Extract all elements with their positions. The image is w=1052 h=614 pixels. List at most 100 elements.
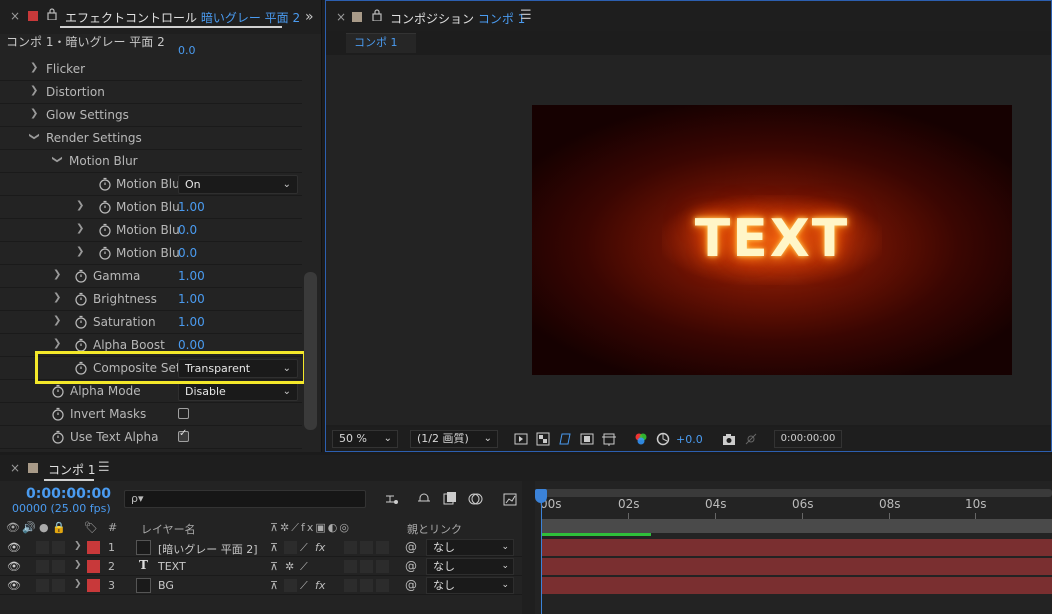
continuous-raster-icon[interactable]: ✲ (285, 560, 294, 573)
layer-search-input[interactable]: ρ▾ (124, 490, 366, 508)
time-navigator-bar[interactable] (535, 489, 1052, 497)
alpha-boost-value[interactable]: 0.00 (178, 338, 205, 352)
adjustment-switch[interactable] (376, 560, 389, 573)
shy-switch-icon[interactable]: ⊼ (270, 560, 278, 573)
chevron-right-icon[interactable]: ❯ (74, 579, 82, 589)
brightness-value[interactable]: 1.00 (178, 292, 205, 306)
frame-blending-icon[interactable] (442, 491, 458, 507)
pick-whip-icon[interactable]: @ (405, 578, 417, 592)
shy-switch-icon[interactable]: ⊼ (270, 541, 278, 554)
label-tag-icon[interactable]: 🏷 (84, 521, 98, 534)
guides-grid-icon[interactable] (602, 432, 616, 446)
color-channels-icon[interactable] (634, 432, 648, 446)
timeline-tab-title[interactable]: コンポ 1 (48, 461, 95, 478)
audio-toggle[interactable] (36, 541, 49, 554)
video-eye-icon[interactable]: 👁 (6, 521, 20, 534)
composition-tab-title[interactable]: コンポジション コンポ 1 (390, 10, 525, 27)
audio-toggle[interactable] (36, 579, 49, 592)
stopwatch-icon[interactable] (74, 292, 88, 306)
effect-group-motion-blur[interactable]: ❯ Motion Blur (0, 150, 302, 173)
eye-icon[interactable]: 👁 (7, 579, 21, 592)
saturation-value[interactable]: 1.00 (178, 315, 205, 329)
show-snapshot-icon[interactable] (744, 432, 758, 446)
lock-icon[interactable] (372, 9, 382, 21)
adjustment-switch[interactable] (376, 541, 389, 554)
chevron-right-icon[interactable]: ❯ (76, 200, 84, 211)
color-management-icon[interactable] (656, 432, 670, 446)
comp-timecode[interactable]: 0:00:00:00 (774, 430, 842, 448)
motion-blur-switch[interactable] (360, 579, 373, 592)
chevron-right-icon[interactable]: ❯ (53, 269, 61, 280)
chevron-right-icon[interactable]: ❯ (76, 223, 84, 234)
stopwatch-icon[interactable] (51, 384, 65, 398)
graph-editor-icon[interactable] (502, 491, 518, 507)
pick-whip-icon[interactable]: @ (405, 559, 417, 573)
close-tab-icon[interactable]: × (336, 10, 346, 24)
eye-icon[interactable]: 👁 (7, 560, 21, 573)
layer-duration-bar[interactable] (541, 539, 1052, 556)
panel-menu-icon[interactable]: ☰ (520, 8, 532, 23)
label-color-swatch[interactable] (87, 579, 100, 592)
exposure-value[interactable]: +0.0 (676, 433, 703, 446)
frame-blend-switch[interactable] (344, 579, 357, 592)
layer-duration-bar[interactable] (541, 558, 1052, 575)
close-tab-icon[interactable]: × (10, 461, 20, 475)
stopwatch-icon[interactable] (98, 200, 112, 214)
close-tab-icon[interactable]: × (10, 9, 20, 23)
stopwatch-icon[interactable] (51, 407, 65, 421)
layer-row[interactable]: 👁 ❯ 1 [暗いグレー 平面 2] ⊼ ⟋ fx @ なし ⌄ (0, 538, 522, 557)
motion-blur-4-value[interactable]: 0.0 (178, 246, 197, 260)
collapse-switch[interactable] (284, 579, 297, 592)
quality-switch-icon[interactable]: ⟋ (300, 541, 308, 555)
chevron-right-icon[interactable]: ❯ (30, 108, 38, 119)
pick-whip-icon[interactable]: @ (405, 540, 417, 554)
invert-masks-checkbox[interactable] (178, 408, 189, 419)
chevron-right-icon[interactable]: ❯ (76, 246, 84, 257)
stopwatch-icon[interactable] (98, 246, 112, 260)
stopwatch-icon[interactable] (74, 315, 88, 329)
fast-preview-icon[interactable] (514, 432, 528, 446)
shy-switch-icon[interactable]: ⊼ (270, 579, 278, 592)
layer-row[interactable]: 👁 ❯ 3 BG ⊼ ⟋ fx @ なし ⌄ (0, 576, 522, 595)
composition-flowchart-icon[interactable] (384, 491, 400, 507)
label-color-swatch[interactable] (87, 541, 100, 554)
effect-controls-tab-title[interactable]: エフェクトコントロール 暗いグレー 平面 2 (65, 9, 300, 26)
chevron-down-icon[interactable]: ❯ (52, 155, 63, 163)
motion-blur-switch-icon[interactable] (468, 491, 484, 507)
lock-icon[interactable] (47, 8, 57, 20)
motion-blur-2-value[interactable]: 1.00 (178, 200, 205, 214)
timeline-divider[interactable] (522, 481, 535, 614)
solo-dot-icon[interactable]: ● (39, 521, 49, 534)
effects-switch-icon[interactable]: fx (315, 541, 325, 554)
chevron-right-icon[interactable]: ❯ (74, 560, 82, 570)
effect-group-distortion[interactable]: ❯ Distortion (0, 81, 302, 104)
effect-group-flicker[interactable]: ❯ Flicker (0, 58, 302, 81)
frame-blend-switch[interactable] (344, 560, 357, 573)
resolution-dropdown[interactable]: (1/2 画質) ⌄ (410, 430, 498, 448)
stopwatch-icon[interactable] (74, 269, 88, 283)
collapse-switch[interactable] (284, 541, 297, 554)
chevron-right-icon[interactable]: ❯ (74, 541, 82, 551)
frame-blend-switch[interactable] (344, 541, 357, 554)
audio-toggle[interactable] (36, 560, 49, 573)
effect-group-glow-settings[interactable]: ❯ Glow Settings (0, 104, 302, 127)
motion-blur-switch[interactable] (360, 560, 373, 573)
stopwatch-icon[interactable] (74, 338, 88, 352)
current-time-display[interactable]: 0:00:00:00 (26, 486, 111, 502)
use-text-alpha-checkbox[interactable] (178, 428, 189, 442)
solo-toggle[interactable] (52, 579, 65, 592)
effects-switch-icon[interactable]: fx (315, 579, 325, 592)
layer-row[interactable]: 👁 ❯ 2 T TEXT ⊼ ✲ ⟋ @ なし ⌄ (0, 557, 522, 576)
shy-layers-icon[interactable] (416, 491, 432, 507)
solo-toggle[interactable] (52, 560, 65, 573)
motion-blur-3-value[interactable]: 0.0 (178, 223, 197, 237)
scrollbar-thumb[interactable] (304, 272, 317, 430)
chevron-right-icon[interactable]: ❯ (53, 338, 61, 349)
more-panels-icon[interactable]: » (305, 9, 313, 25)
composition-viewer[interactable]: TEXT (326, 55, 1051, 425)
snapshot-camera-icon[interactable] (722, 432, 736, 446)
playhead-handle[interactable] (535, 489, 547, 503)
layer-duration-bar[interactable] (541, 577, 1052, 594)
parent-dropdown[interactable]: なし ⌄ (426, 577, 514, 594)
adjustment-switch[interactable] (376, 579, 389, 592)
